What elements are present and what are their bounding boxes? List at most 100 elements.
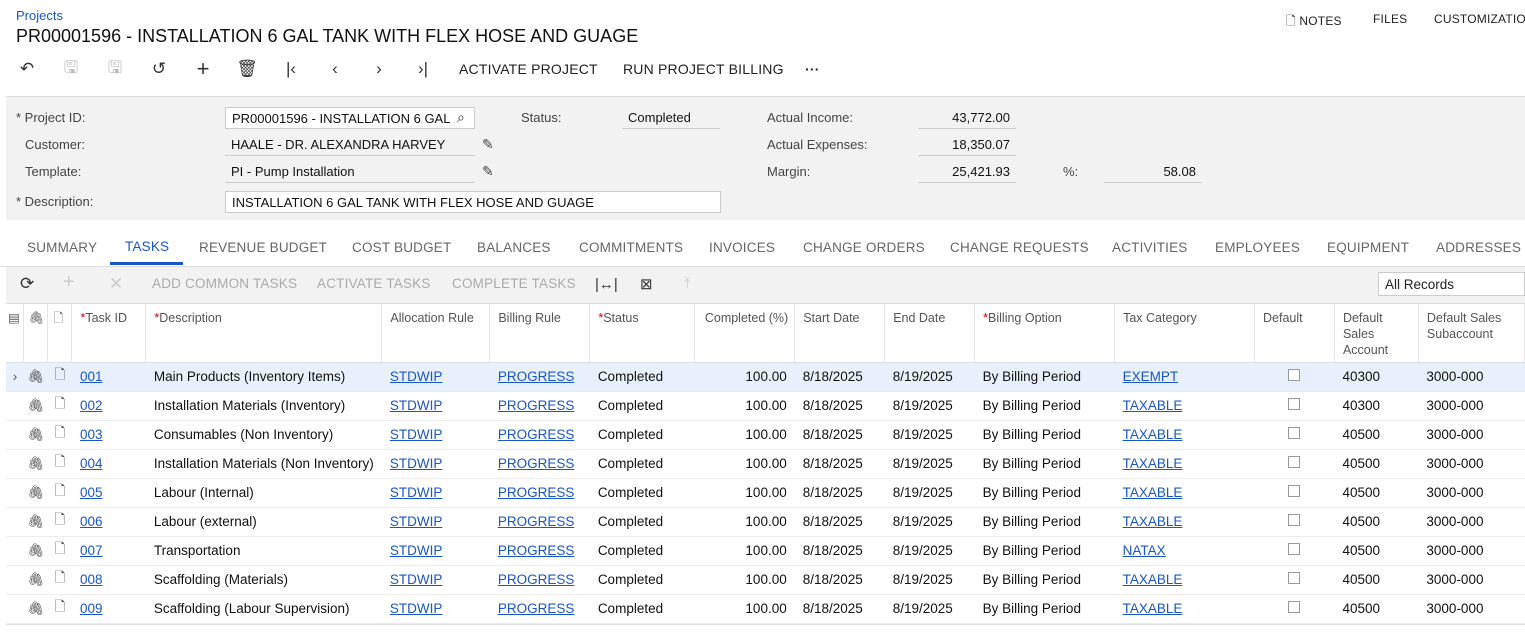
back-icon[interactable]: ↶ bbox=[16, 58, 38, 80]
status-cell[interactable]: Completed bbox=[589, 391, 695, 421]
table-row[interactable]: 🖇 🗋 009 Scaffolding (Labour Supervision) STD… bbox=[6, 594, 1525, 624]
tab-invoices[interactable]: INVOICES bbox=[709, 240, 775, 255]
end-date-cell[interactable]: 8/19/2025 bbox=[884, 507, 975, 537]
activate-project-button[interactable]: ACTIVATE PROJECT bbox=[459, 61, 598, 77]
default-checkbox[interactable] bbox=[1288, 572, 1301, 584]
start-date-cell[interactable]: 8/18/2025 bbox=[794, 420, 885, 450]
tab-tasks[interactable]: TASKS bbox=[125, 239, 169, 254]
start-date-cell[interactable]: 8/18/2025 bbox=[794, 594, 885, 624]
default-checkbox[interactable] bbox=[1288, 456, 1301, 468]
status-cell[interactable]: Completed bbox=[589, 565, 695, 595]
end-date-cell[interactable]: 8/19/2025 bbox=[884, 594, 975, 624]
table-row[interactable]: 🖇 🗋 008 Scaffolding (Materials) STDWIP PROGRE… bbox=[6, 565, 1525, 595]
files-button[interactable]: FILES bbox=[1373, 12, 1407, 26]
undo-icon[interactable]: ↺ bbox=[148, 58, 170, 80]
sales-account-cell[interactable]: 40300 bbox=[1334, 391, 1419, 421]
allocation-rule-link[interactable]: STDWIP bbox=[390, 369, 443, 384]
customization-button[interactable]: CUSTOMIZATIO bbox=[1434, 12, 1525, 26]
last-record-icon[interactable]: ›| bbox=[412, 58, 434, 80]
default-checkbox[interactable] bbox=[1288, 601, 1301, 613]
end-date-cell[interactable]: 8/19/2025 bbox=[884, 536, 975, 566]
tab-employees[interactable]: EMPLOYEES bbox=[1215, 240, 1300, 255]
task-id-link[interactable]: 007 bbox=[80, 543, 103, 558]
billing-option-cell[interactable]: By Billing Period bbox=[974, 507, 1115, 537]
more-actions-button[interactable]: ··· bbox=[805, 61, 820, 77]
end-date-cell[interactable]: 8/19/2025 bbox=[884, 565, 975, 595]
save-close-icon[interactable]: 🖫 bbox=[60, 58, 82, 80]
default-checkbox[interactable] bbox=[1288, 514, 1301, 526]
tax-category-link[interactable]: TAXABLE bbox=[1123, 572, 1183, 587]
tax-category-link[interactable]: NATAX bbox=[1123, 543, 1166, 558]
columns-icon[interactable]: ▤ bbox=[8, 311, 20, 325]
start-date-cell[interactable]: 8/18/2025 bbox=[794, 478, 885, 508]
note-icon[interactable]: 🗋 bbox=[55, 425, 66, 440]
table-row[interactable]: 🖇 🗋 003 Consumables (Non Inventory) STDWIP PR… bbox=[6, 420, 1525, 450]
table-row[interactable]: 🖇 🗋 007 Transportation STDWIP PROGRESS Complet… bbox=[6, 536, 1525, 566]
col-billing-rule[interactable]: Billing Rule bbox=[489, 304, 591, 363]
note-icon[interactable]: 🗋 bbox=[55, 483, 66, 498]
previous-record-icon[interactable]: ‹ bbox=[324, 58, 346, 80]
add-common-tasks-button[interactable]: ADD COMMON TASKS bbox=[152, 276, 297, 291]
col-billing-option[interactable]: *Billing Option bbox=[974, 304, 1116, 363]
allocation-rule-link[interactable]: STDWIP bbox=[390, 398, 443, 413]
billing-rule-link[interactable]: PROGRESS bbox=[498, 601, 575, 616]
status-cell[interactable]: Completed bbox=[589, 478, 695, 508]
description-cell[interactable]: Labour (Internal) bbox=[145, 478, 382, 508]
table-row[interactable]: 🖇 🗋 002 Installation Materials (Inventory) S… bbox=[6, 391, 1525, 421]
billing-option-cell[interactable]: By Billing Period bbox=[974, 565, 1115, 595]
end-date-cell[interactable]: 8/19/2025 bbox=[884, 420, 975, 450]
tax-category-link[interactable]: EXEMPT bbox=[1123, 369, 1179, 384]
col-description[interactable]: *Description bbox=[145, 304, 383, 363]
end-date-cell[interactable]: 8/19/2025 bbox=[884, 391, 975, 421]
first-record-icon[interactable]: |‹ bbox=[280, 58, 302, 80]
sales-subaccount-cell[interactable]: 3000-000 bbox=[1418, 449, 1525, 479]
start-date-cell[interactable]: 8/18/2025 bbox=[794, 449, 885, 479]
billing-rule-link[interactable]: PROGRESS bbox=[498, 514, 575, 529]
billing-rule-link[interactable]: PROGRESS bbox=[498, 485, 575, 500]
tax-category-link[interactable]: TAXABLE bbox=[1123, 485, 1183, 500]
tab-commitments[interactable]: COMMITMENTS bbox=[579, 240, 683, 255]
breadcrumb-projects[interactable]: Projects bbox=[16, 8, 63, 23]
status-cell[interactable]: Completed bbox=[589, 362, 695, 392]
tab-change-requests[interactable]: CHANGE REQUESTS bbox=[950, 240, 1089, 255]
sales-account-cell[interactable]: 40500 bbox=[1334, 594, 1419, 624]
status-cell[interactable]: Completed bbox=[589, 420, 695, 450]
allocation-rule-link[interactable]: STDWIP bbox=[390, 485, 443, 500]
col-start-date[interactable]: Start Date bbox=[794, 304, 886, 363]
default-checkbox[interactable] bbox=[1288, 369, 1301, 381]
attachment-icon[interactable]: 🖇 bbox=[27, 456, 44, 471]
description-cell[interactable]: Scaffolding (Materials) bbox=[145, 565, 382, 595]
allocation-rule-link[interactable]: STDWIP bbox=[390, 543, 443, 558]
sales-subaccount-cell[interactable]: 3000-000 bbox=[1418, 391, 1525, 421]
allocation-rule-link[interactable]: STDWIP bbox=[390, 572, 443, 587]
billing-option-cell[interactable]: By Billing Period bbox=[974, 362, 1115, 392]
col-default-sales-subaccount[interactable]: Default Sales Subaccount bbox=[1418, 304, 1525, 363]
description-cell[interactable]: Labour (external) bbox=[145, 507, 382, 537]
col-status[interactable]: *Status bbox=[589, 304, 696, 363]
task-id-link[interactable]: 006 bbox=[80, 514, 103, 529]
billing-rule-link[interactable]: PROGRESS bbox=[498, 398, 575, 413]
completed-cell[interactable]: 100.00 bbox=[694, 565, 795, 595]
notes-button[interactable]: 🗋 NOTES bbox=[1286, 12, 1342, 33]
sales-account-cell[interactable]: 40500 bbox=[1334, 565, 1419, 595]
status-field[interactable]: Completed bbox=[622, 107, 720, 129]
tab-equipment[interactable]: EQUIPMENT bbox=[1327, 240, 1409, 255]
col-task-id[interactable]: *Task ID bbox=[71, 304, 147, 363]
sales-account-cell[interactable]: 40500 bbox=[1334, 420, 1419, 450]
complete-tasks-button[interactable]: COMPLETE TASKS bbox=[452, 276, 576, 291]
attachment-icon[interactable]: 🖇 bbox=[27, 601, 44, 616]
add-row-icon[interactable]: + bbox=[63, 271, 75, 294]
attachment-icon[interactable]: 🖇 bbox=[27, 485, 44, 500]
allocation-rule-link[interactable]: STDWIP bbox=[390, 514, 443, 529]
table-row[interactable]: 🖇 🗋 006 Labour (external) STDWIP PROGRESS Comp… bbox=[6, 507, 1525, 537]
task-id-link[interactable]: 004 bbox=[80, 456, 103, 471]
completed-cell[interactable]: 100.00 bbox=[694, 391, 795, 421]
completed-cell[interactable]: 100.00 bbox=[694, 478, 795, 508]
tax-category-link[interactable]: TAXABLE bbox=[1123, 601, 1183, 616]
edit-template-icon[interactable]: ✎ bbox=[482, 163, 494, 180]
description-cell[interactable]: Installation Materials (Non Inventory) bbox=[145, 449, 382, 479]
tab-cost-budget[interactable]: COST BUDGET bbox=[352, 240, 451, 255]
billing-rule-link[interactable]: PROGRESS bbox=[498, 427, 575, 442]
note-icon[interactable]: 🗋 bbox=[55, 599, 66, 614]
billing-rule-link[interactable]: PROGRESS bbox=[498, 543, 575, 558]
